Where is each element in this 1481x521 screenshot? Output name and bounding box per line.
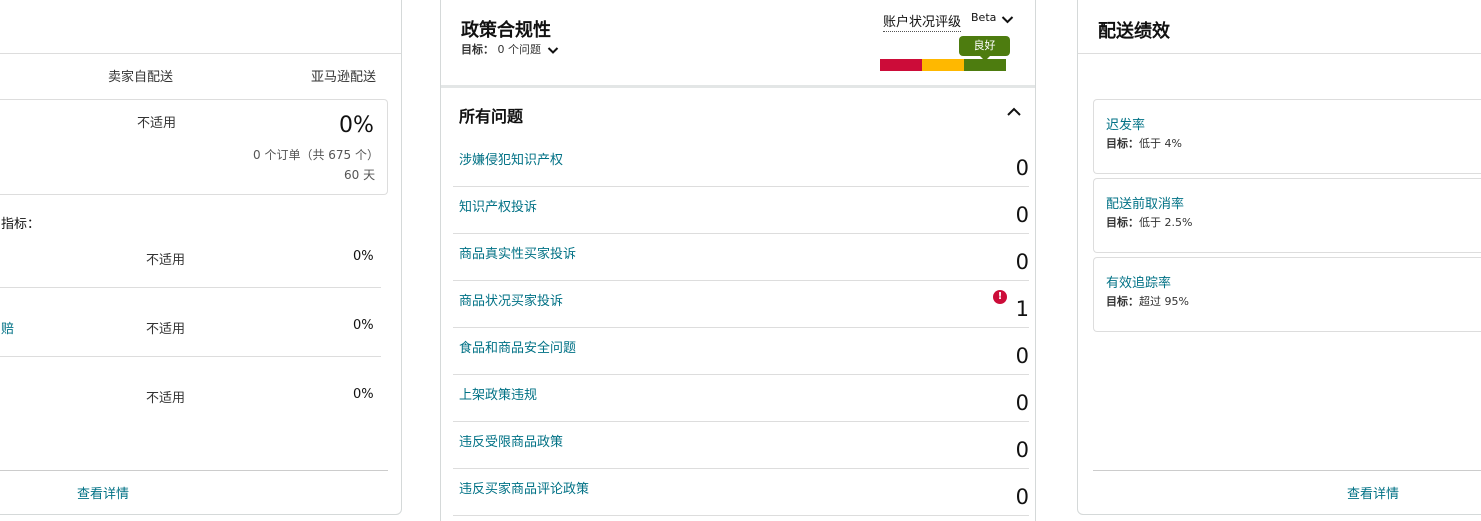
all-issues-title: 所有问题 [459, 107, 524, 126]
row-divider [0, 356, 381, 357]
issue-count: 0 [1015, 156, 1029, 180]
metric-link[interactable]: 迟发率 [1106, 114, 1145, 133]
account-health-rating-label[interactable]: 账户状况评级 [883, 15, 962, 32]
metrics-label: 指标： [1, 217, 41, 232]
order-defect-rate-box: 不适用 0% 0 个订单（共 675 个） 60 天 [0, 99, 388, 195]
metric-box-pre-fulfillment-cancel: 配送前取消率 目标：低于 2.5% [1093, 178, 1481, 253]
row-divider [0, 287, 381, 288]
issue-row: 上架政策违规 0 [453, 375, 1029, 422]
target-value: 超过 95% [1139, 295, 1189, 308]
panel-title: 政策合规性 [461, 20, 551, 41]
column-header-amazon: 亚马逊配送 [311, 70, 377, 85]
issue-count: 0 [1015, 391, 1029, 415]
issue-row: 商品状况买家投诉 ! 1 [453, 281, 1029, 328]
section-divider [441, 85, 1035, 88]
metric-target: 目标：低于 4% [1106, 135, 1182, 151]
customer-service-card: 卖家自配送 亚马逊配送 不适用 0% 0 个订单（共 675 个） 60 天 指… [0, 0, 402, 515]
issue-link[interactable]: 商品状况买家投诉 [459, 290, 563, 309]
rating-badge: 良好 [959, 36, 1010, 61]
view-details-link[interactable]: 查看详情 [1347, 483, 1399, 502]
target-label: 目标： [461, 43, 494, 56]
target-label: 目标： [1106, 137, 1139, 150]
issue-link[interactable]: 知识产权投诉 [459, 196, 537, 215]
amazon-days: 60 天 [344, 168, 376, 182]
row-3-amazon: 0% [353, 387, 374, 402]
shipping-performance-card: 配送绩效 迟发率 目标：低于 4% 配送前取消率 目标：低于 2.5% 有效追踪… [1077, 0, 1481, 515]
issue-count: 0 [1015, 438, 1029, 462]
issue-count: 1 [1015, 297, 1029, 321]
row-2-link[interactable]: 赔 [1, 318, 14, 337]
amazon-orders: 0 个订单（共 675 个） [253, 148, 379, 162]
issue-count: 0 [1015, 344, 1029, 368]
chevron-down-icon [547, 46, 558, 54]
header-divider [0, 53, 401, 54]
issue-link[interactable]: 上架政策违规 [459, 384, 537, 403]
beta-label: Beta [971, 11, 997, 24]
footer-divider [1093, 470, 1481, 471]
target-label: 目标： [1106, 295, 1139, 308]
rating-bar-good [964, 59, 1006, 71]
column-header-seller: 卖家自配送 [108, 70, 174, 85]
row-3-seller: 不适用 [146, 391, 186, 406]
issue-row: 知识产权投诉 0 [453, 187, 1029, 234]
target-value: 0 个问题 [497, 43, 542, 56]
chevron-down-icon[interactable] [1001, 15, 1014, 25]
metric-target: 目标：超过 95% [1106, 293, 1189, 309]
issue-row: 涉嫌侵犯知识产权 0 [453, 140, 1029, 187]
issue-row: 违反受限商品政策 0 [453, 422, 1029, 469]
policy-compliance-card: 政策合规性 目标： 0 个问题 账户状况评级 Beta 良好 所有问题 涉嫌侵犯… [440, 0, 1036, 521]
target-label: 目标： [1106, 216, 1139, 229]
issue-link[interactable]: 涉嫌侵犯知识产权 [459, 149, 563, 168]
issue-count: 0 [1015, 203, 1029, 227]
issue-link[interactable]: 食品和商品安全问题 [459, 337, 576, 356]
view-details-link[interactable]: 查看详情 [77, 483, 129, 502]
target-dropdown[interactable]: 目标： 0 个问题 [461, 41, 559, 57]
metric-link[interactable]: 配送前取消率 [1106, 193, 1184, 212]
row-2-seller: 不适用 [146, 322, 186, 337]
issue-link[interactable]: 违反买家商品评论政策 [459, 478, 589, 497]
panel-title: 配送绩效 [1098, 21, 1170, 42]
issue-link[interactable]: 商品真实性买家投诉 [459, 243, 576, 262]
row-1-amazon: 0% [353, 249, 374, 264]
seller-value: 不适用 [137, 116, 177, 131]
row-2-amazon: 0% [353, 318, 374, 333]
metric-box-late-dispatch: 迟发率 目标：低于 4% [1093, 99, 1481, 174]
amazon-percent: 0% [339, 113, 374, 138]
metric-target: 目标：低于 2.5% [1106, 214, 1192, 230]
row-1-seller: 不适用 [146, 253, 186, 268]
issue-count: 0 [1015, 485, 1029, 509]
alert-icon: ! [993, 290, 1007, 304]
issue-link[interactable]: 违反受限商品政策 [459, 431, 563, 450]
issue-row: 违反买家商品评论政策 0 [453, 469, 1029, 516]
issue-row: 商品真实性买家投诉 0 [453, 234, 1029, 281]
issue-count: 0 [1015, 250, 1029, 274]
header-divider [1078, 53, 1481, 54]
target-value: 低于 4% [1139, 137, 1182, 150]
issue-row: 食品和商品安全问题 0 [453, 328, 1029, 375]
chevron-up-icon[interactable] [1006, 106, 1022, 117]
rating-bar-fair [922, 59, 964, 71]
footer-divider [0, 470, 388, 471]
metric-link[interactable]: 有效追踪率 [1106, 272, 1171, 291]
target-value: 低于 2.5% [1139, 216, 1193, 229]
rating-bar-poor [880, 59, 922, 71]
metric-box-valid-tracking: 有效追踪率 目标：超过 95% [1093, 257, 1481, 332]
